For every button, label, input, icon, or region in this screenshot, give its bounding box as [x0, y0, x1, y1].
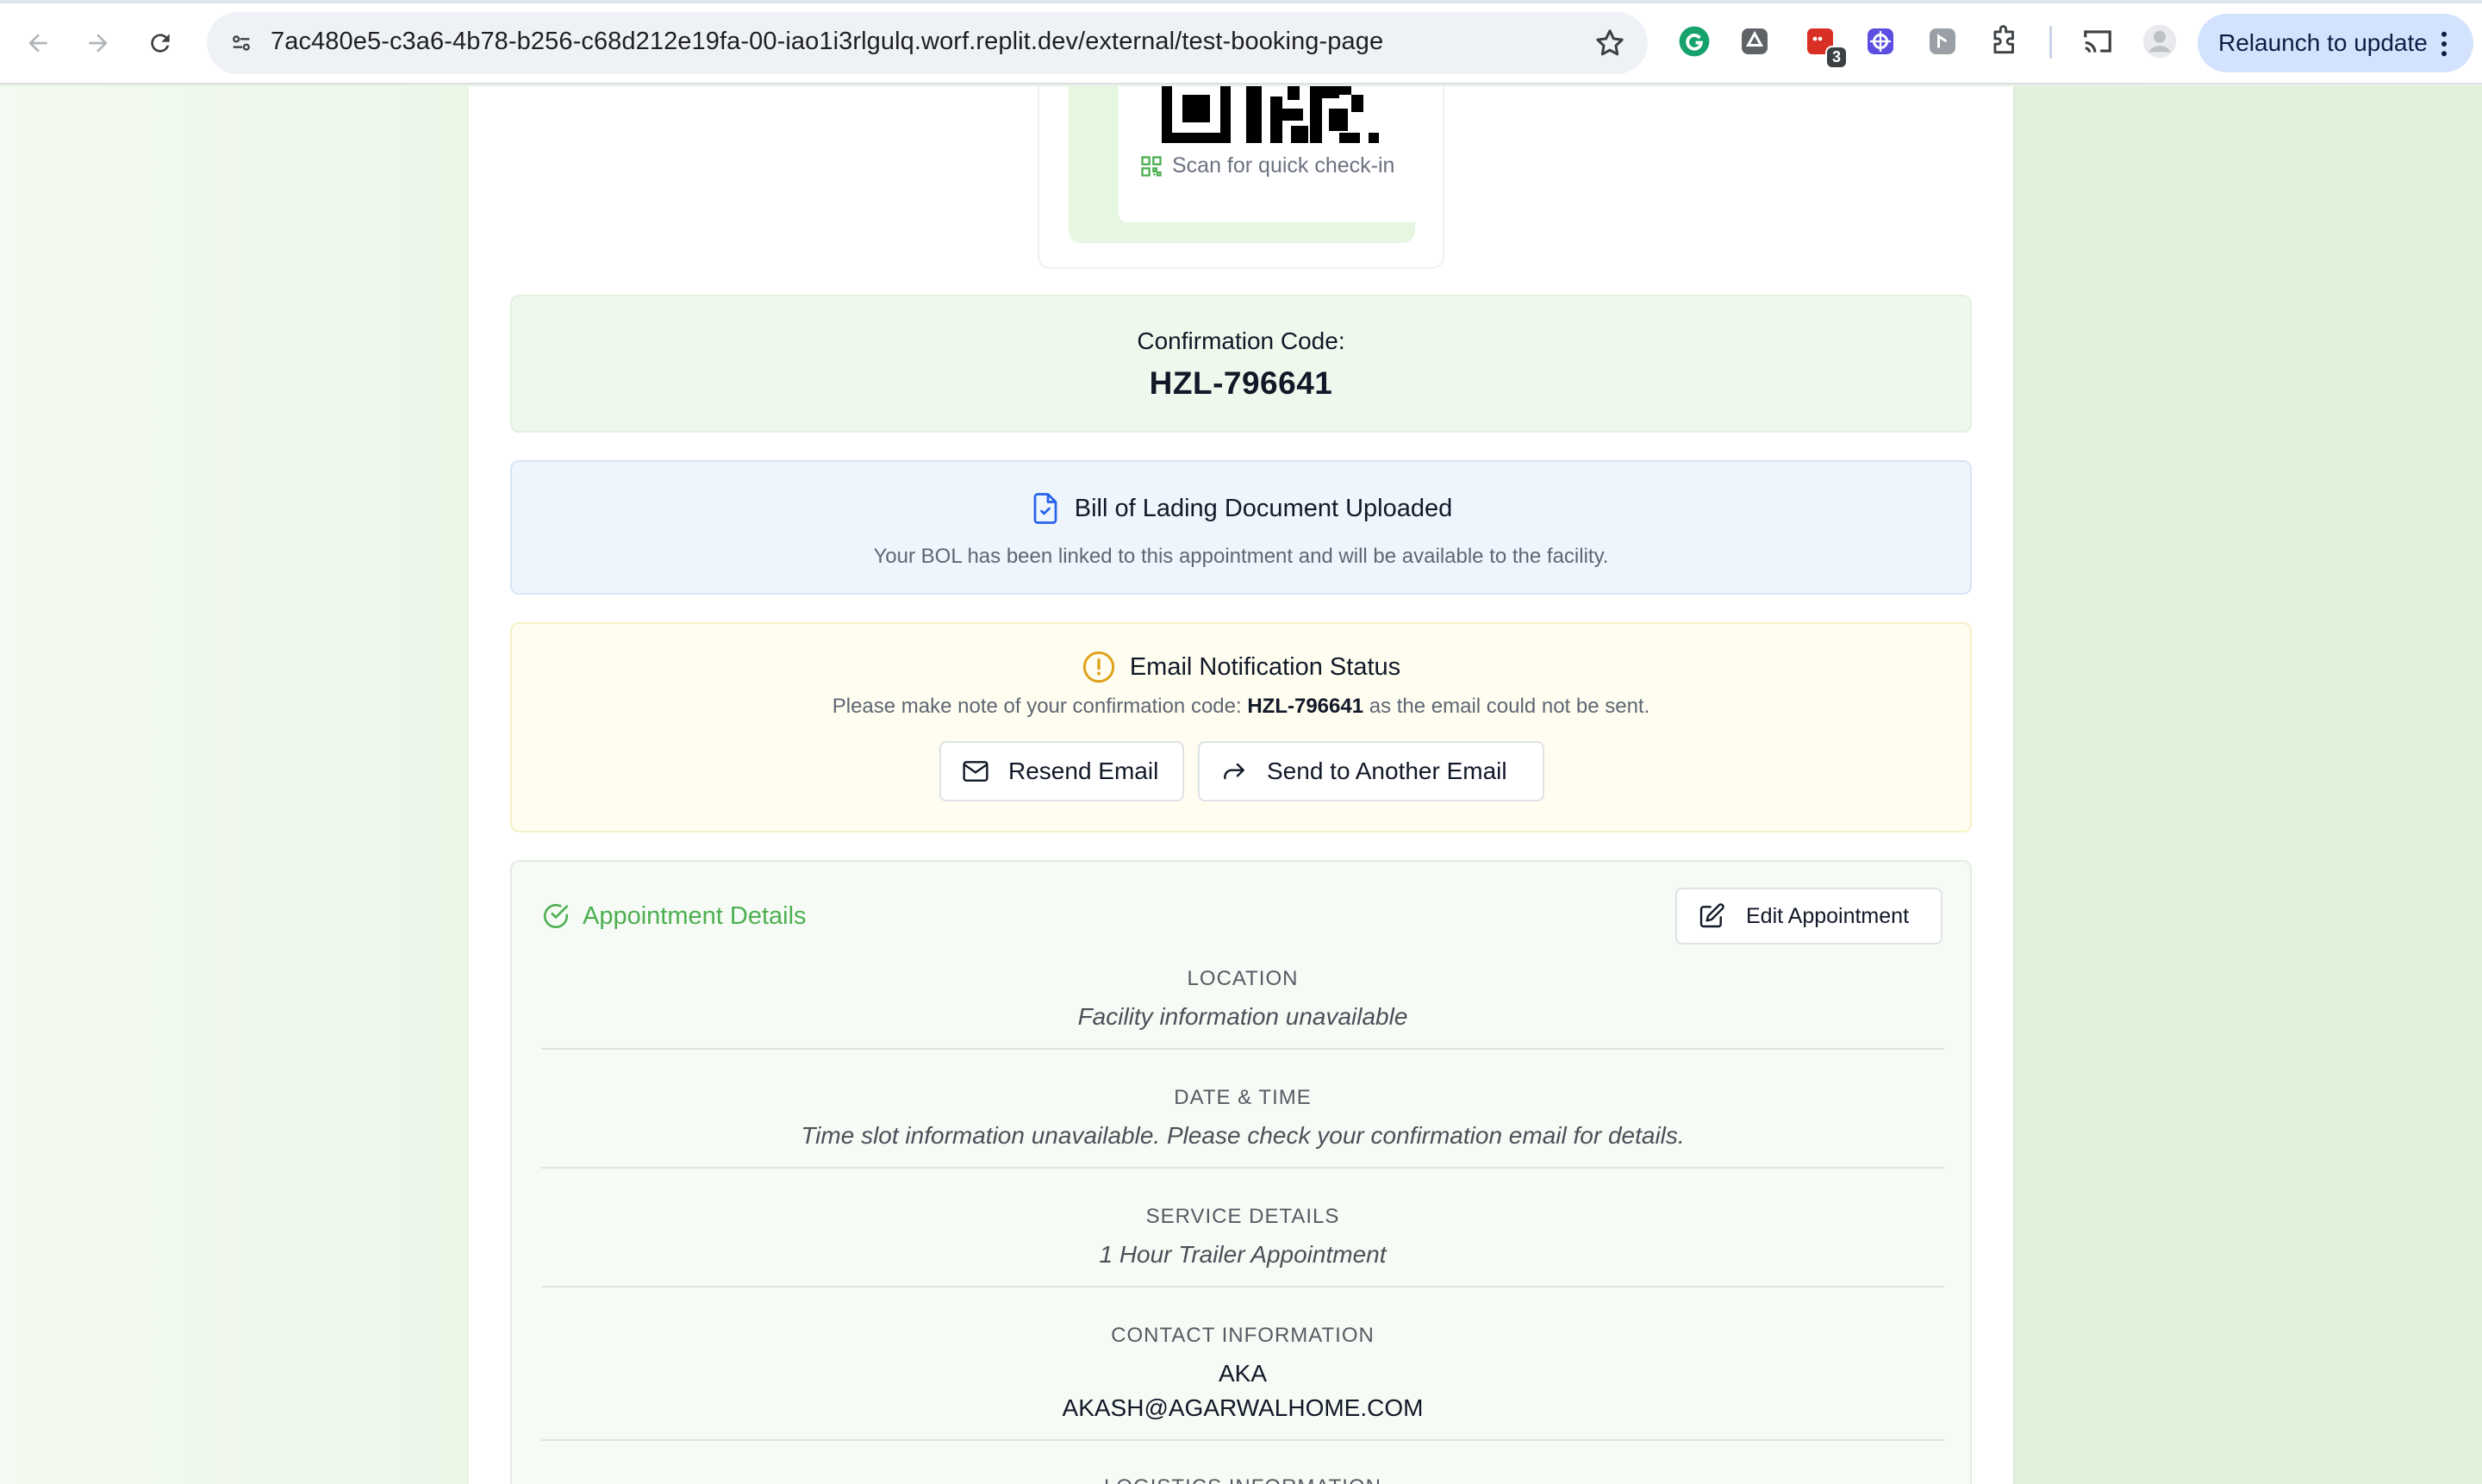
extension-gray-icon[interactable]	[1924, 22, 1961, 60]
service-details-label: SERVICE DETAILS	[1145, 1205, 1340, 1228]
send-to-another-email-label: Send to Another Email	[1267, 758, 1507, 784]
location-value: Facility information unavailable	[1077, 1003, 1408, 1030]
confirmation-code-label: Confirmation Code:	[1137, 327, 1345, 354]
reload-button[interactable]	[136, 19, 184, 67]
qr-code-icon	[1141, 155, 1162, 177]
back-icon	[28, 34, 47, 53]
email-status-text-before: Please make note of your confirmation co…	[832, 695, 1248, 718]
qr-frame: Scan for quick check-in	[1069, 86, 1424, 243]
grammarly-icon[interactable]	[1675, 22, 1713, 60]
contact-information-row: CONTACT INFORMATION AKA AKASH@AGARWALHOM…	[541, 1324, 1944, 1441]
contact-information-label: CONTACT INFORMATION	[1111, 1324, 1375, 1347]
forward-button[interactable]	[74, 19, 122, 67]
profile-icon[interactable]	[2141, 22, 2179, 60]
appointment-details-heading: Appointment Details	[541, 901, 807, 931]
toolbar-divider	[2049, 26, 2052, 59]
email-status-heading: Email Notification Status	[512, 650, 1970, 684]
relaunch-label: Relaunch to update	[2218, 29, 2428, 56]
bol-title: Bill of Lading Document Uploaded	[1074, 494, 1453, 522]
booking-confirmation-card: Scan for quick check-in Confirmation Cod…	[469, 86, 2013, 1484]
bol-upload-notice: Bill of Lading Document Uploaded Your BO…	[510, 460, 1972, 595]
tab-strip-edge	[0, 0, 2482, 3]
extension-badge-count: 3	[1824, 46, 1848, 69]
service-details-value: 1 Hour Trailer Appointment	[1099, 1241, 1387, 1268]
document-check-icon	[1033, 493, 1057, 524]
extension-badge-icon[interactable]: 3	[1801, 22, 1848, 69]
site-info-icon[interactable]	[222, 24, 260, 62]
appointment-details-title: Appointment Details	[583, 901, 807, 930]
resend-email-button[interactable]: Resend Email	[939, 741, 1184, 801]
qr-panel: Scan for quick check-in	[1119, 86, 1424, 222]
qr-caption-text: Scan for quick check-in	[1172, 153, 1395, 178]
extension-icon[interactable]	[1736, 22, 1774, 60]
back-button[interactable]	[14, 19, 62, 67]
location-label: LOCATION	[1187, 967, 1299, 990]
send-to-another-email-button[interactable]: Send to Another Email	[1198, 741, 1544, 801]
mail-icon	[963, 761, 988, 782]
date-time-value: Time slot information unavailable. Pleas…	[801, 1122, 1685, 1149]
url-text[interactable]: 7ac480e5-c3a6-4b78-b256-c68d212e19fa-00-…	[271, 28, 1383, 56]
appointment-details-panel: Appointment Details Edit Appointment LOC…	[510, 860, 1972, 1484]
reload-icon	[151, 34, 170, 53]
address-bar[interactable]: 7ac480e5-c3a6-4b78-b256-c68d212e19fa-00-…	[207, 12, 1648, 74]
bookmark-star-icon[interactable]	[1593, 26, 1627, 60]
confirmation-code-value: HZL-796641	[1149, 365, 1333, 401]
qr-caption: Scan for quick check-in	[1139, 153, 1394, 178]
logistics-information-row: LOGISTICS INFORMATION	[541, 1475, 1944, 1484]
email-status-message: Please make note of your confirmation co…	[512, 695, 1970, 719]
resend-email-label: Resend Email	[1008, 758, 1159, 784]
contact-email: AKASH@AGARWALHOME.COM	[1062, 1394, 1424, 1421]
page-background: Scan for quick check-in Confirmation Cod…	[0, 86, 2482, 1484]
logistics-information-label: LOGISTICS INFORMATION	[541, 1475, 1944, 1484]
service-details-row: SERVICE DETAILS 1 Hour Trailer Appointme…	[541, 1205, 1944, 1288]
relaunch-button[interactable]: Relaunch to update	[2198, 14, 2473, 72]
bol-heading: Bill of Lading Document Uploaded	[512, 491, 1970, 526]
cast-icon[interactable]	[2079, 22, 2117, 60]
email-status-text-after: as the email could not be sent.	[1363, 695, 1650, 718]
bol-subtitle: Your BOL has been linked to this appoint…	[873, 545, 1609, 568]
edit-icon	[1699, 903, 1724, 928]
email-status-panel: Email Notification Status Please make no…	[510, 622, 1972, 832]
email-status-code: HZL-796641	[1247, 695, 1364, 718]
location-row: LOCATION Facility information unavailabl…	[541, 967, 1944, 1050]
email-status-title: Email Notification Status	[1129, 652, 1401, 681]
edit-appointment-button[interactable]: Edit Appointment	[1675, 888, 1943, 945]
qr-section: Scan for quick check-in	[1038, 86, 1444, 269]
date-time-label: DATE & TIME	[1174, 1086, 1312, 1109]
menu-dots-icon[interactable]	[2441, 31, 2448, 57]
contact-name: AKA	[1218, 1360, 1268, 1387]
alert-circle-icon	[1082, 651, 1115, 683]
extensions-puzzle-icon[interactable]	[1986, 22, 2024, 60]
confirmation-code-panel: Confirmation Code: HZL-796641	[510, 295, 1972, 433]
edit-appointment-label: Edit Appointment	[1746, 903, 1910, 928]
forward-icon	[89, 34, 108, 53]
browser-toolbar: 7ac480e5-c3a6-4b78-b256-c68d212e19fa-00-…	[0, 0, 2482, 84]
date-time-row: DATE & TIME Time slot information unavai…	[541, 1086, 1944, 1169]
qr-code-image	[1162, 86, 1379, 143]
forward-arrow-icon	[1224, 763, 1244, 780]
extension-blue-icon[interactable]	[1862, 22, 1899, 60]
check-circle-icon	[543, 903, 569, 929]
